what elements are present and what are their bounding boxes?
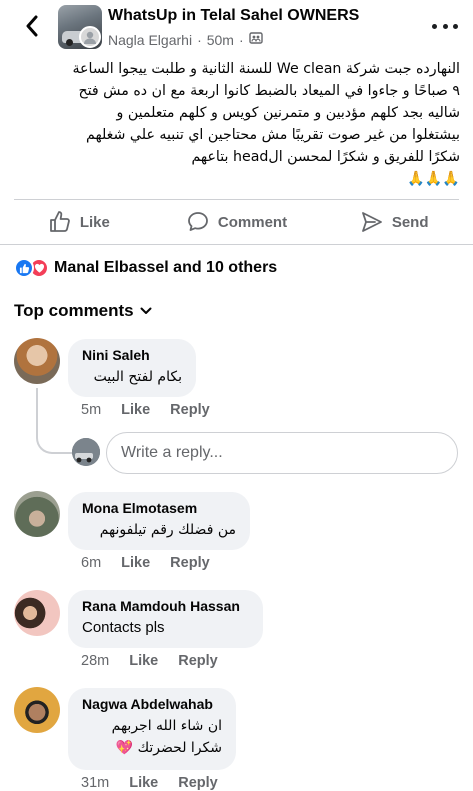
comment-meta: 31m Like Reply <box>81 775 218 791</box>
like-button[interactable]: Like <box>0 200 158 244</box>
comment-bubble: Nini Saleh بكام لفتح البيت <box>68 339 196 397</box>
comment-bubble-icon <box>188 212 208 231</box>
post-body: النهارده جبت شركة We clean للسنة الثانية… <box>14 58 460 190</box>
chevron-down-icon <box>140 307 152 314</box>
back-arrow-icon[interactable] <box>20 12 44 40</box>
author-name[interactable]: Nagla Elgarhi <box>108 32 192 48</box>
reply-input[interactable]: Write a reply... <box>106 432 458 474</box>
thread-connector <box>36 388 74 454</box>
wheel-decor <box>66 39 73 46</box>
dot <box>432 23 437 29</box>
post-line: ٩ صباحًا و جاءوا في الميعاد بالضبط كانوا… <box>78 83 460 99</box>
comment-meta: 5m Like Reply <box>81 402 210 418</box>
commenter-avatar[interactable] <box>14 687 60 733</box>
commenter-name[interactable]: Nagwa Abdelwahab <box>82 696 222 712</box>
more-options-icon[interactable] <box>432 16 458 36</box>
comment-meta: 28m Like Reply <box>81 653 218 669</box>
reactions-summary[interactable]: Manal Elbassel and 10 others <box>14 258 277 278</box>
author-avatar[interactable] <box>79 26 101 48</box>
group-name[interactable]: WhatsUp in Telal Sahel OWNERS <box>108 7 359 25</box>
post-line: بيشتغلوا من غير صوت تقريبًا مش محتاجين ا… <box>86 127 460 143</box>
post-line: النهارده جبت شركة We clean للسنة الثانية… <box>72 61 460 77</box>
commenter-name[interactable]: Rana Mamdouh Hassan <box>82 598 249 614</box>
top-comments-dropdown[interactable]: Top comments <box>14 301 152 321</box>
comment-text-line: ان شاء الله اجربهم <box>111 718 222 734</box>
commenter-name[interactable]: Nini Saleh <box>82 347 182 363</box>
send-icon <box>361 212 382 232</box>
comment-reply-button[interactable]: Reply <box>170 402 210 418</box>
my-avatar <box>72 438 100 466</box>
comment-label: Comment <box>217 213 288 231</box>
send-label: Send <box>391 213 429 231</box>
comment-text: بكام لفتح البيت <box>93 369 182 385</box>
separator-dot: · <box>238 31 244 48</box>
post-actions: Like Comment Send <box>0 200 473 244</box>
comment-text: من فضلك رقم تيلفونهم <box>99 522 236 538</box>
comment-time[interactable]: 6m <box>81 555 101 571</box>
group-audience-icon <box>248 31 263 48</box>
dot <box>453 23 458 29</box>
post-line: شاليه بجد كلهم مؤدبين و متمرنين كويس و ك… <box>116 105 460 121</box>
dot <box>442 23 448 29</box>
group-cover-thumbnail[interactable] <box>58 5 102 49</box>
comment-reply-button[interactable]: Reply <box>178 653 218 669</box>
commenter-avatar[interactable] <box>14 491 60 537</box>
separator-dot: · <box>197 31 202 48</box>
like-label: Like <box>79 213 110 231</box>
comment-reply-button[interactable]: Reply <box>170 555 210 571</box>
pray-emoji: 🙏🙏🙏 <box>407 171 460 187</box>
reply-placeholder: Write a reply... <box>121 444 223 461</box>
like-reaction-icon <box>14 258 34 278</box>
comment-like-button[interactable]: Like <box>121 402 150 418</box>
divider <box>0 244 473 245</box>
thumbs-up-icon <box>49 211 70 232</box>
comment-bubble: Rana Mamdouh Hassan Contacts pls <box>68 590 263 648</box>
comment-time[interactable]: 28m <box>81 653 109 669</box>
comment-text-line: شكرا لحضرتك 💖 <box>115 740 222 756</box>
send-button[interactable]: Send <box>315 200 473 244</box>
top-comments-label: Top comments <box>14 301 134 320</box>
comment-reply-button[interactable]: Reply <box>178 775 218 791</box>
post-subtitle: Nagla Elgarhi · 50m · <box>108 31 263 48</box>
commenter-avatar[interactable] <box>14 590 60 636</box>
comment-button[interactable]: Comment <box>158 200 316 244</box>
comment-meta: 6m Like Reply <box>81 555 210 571</box>
post-header: WhatsUp in Telal Sahel OWNERS Nagla Elga… <box>0 0 473 56</box>
comment-like-button[interactable]: Like <box>121 555 150 571</box>
comment-like-button[interactable]: Like <box>129 775 158 791</box>
reactions-text: Manal Elbassel and 10 others <box>54 259 278 276</box>
comment-bubble: Mona Elmotasem من فضلك رقم تيلفونهم <box>68 492 250 550</box>
comment-time[interactable]: 5m <box>81 402 101 418</box>
commenter-name[interactable]: Mona Elmotasem <box>82 500 236 516</box>
post-time[interactable]: 50m <box>207 32 234 48</box>
post-line: شكرًا للفريق و شكرًا لمحسن الhead بتاعهم <box>191 149 460 165</box>
comment-bubble: Nagwa Abdelwahab ان شاء الله اجربهم شكرا… <box>68 688 236 770</box>
commenter-avatar[interactable] <box>14 338 60 384</box>
comment-time[interactable]: 31m <box>81 775 109 791</box>
comment-text: Contacts pls <box>82 619 165 636</box>
comment-like-button[interactable]: Like <box>129 653 158 669</box>
